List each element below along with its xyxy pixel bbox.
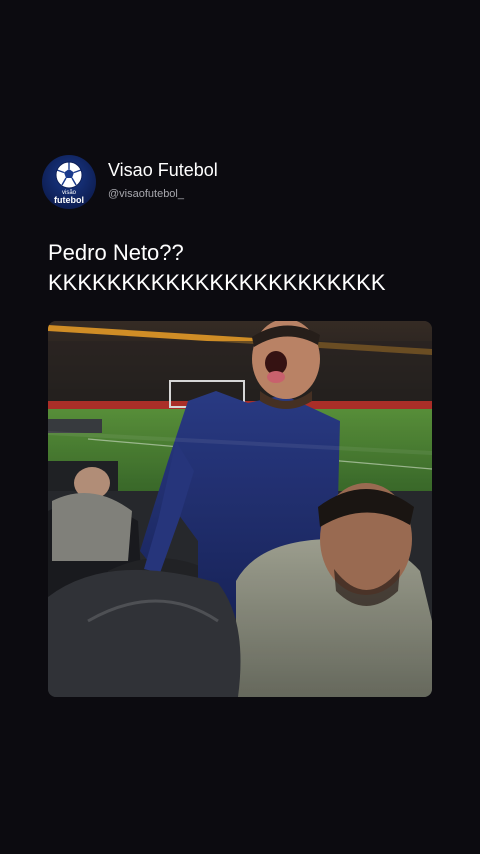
author-block: Visao Futebol @visaofutebol_ — [108, 159, 218, 201]
display-name[interactable]: Visao Futebol — [108, 159, 218, 181]
post-text-line-2: KKKKKKKKKKKKKKKKKKKKKKK — [48, 270, 386, 295]
avatar-brand-main: futebol — [54, 195, 84, 205]
post-header: visão futebol Visao Futebol @visaofutebo… — [42, 155, 218, 209]
avatar[interactable]: visão futebol — [42, 155, 96, 209]
post-text-line-1: Pedro Neto?? — [48, 240, 184, 265]
stadium-photo — [48, 321, 432, 697]
post-text: Pedro Neto?? KKKKKKKKKKKKKKKKKKKKKKK — [48, 238, 386, 298]
user-handle[interactable]: @visaofutebol_ — [108, 187, 218, 201]
post-media-image[interactable] — [48, 321, 432, 697]
post-card: visão futebol Visao Futebol @visaofutebo… — [0, 0, 480, 854]
soccer-ball-icon — [55, 161, 83, 189]
